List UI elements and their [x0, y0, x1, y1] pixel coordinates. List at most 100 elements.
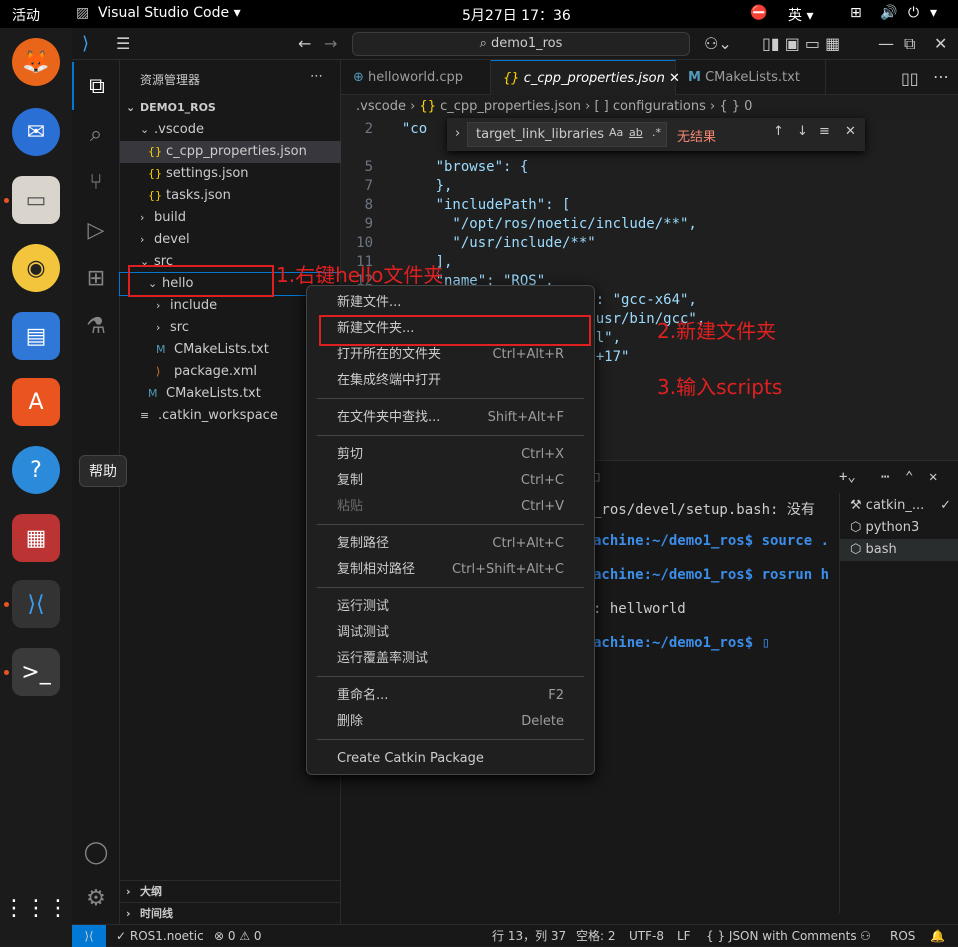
menu-item[interactable]: 运行覆盖率测试 — [311, 646, 590, 672]
chevron-down-icon[interactable]: ▾ — [930, 5, 937, 21]
command-center-label: demo1_ros — [490, 36, 563, 51]
bell-icon[interactable]: 🔔 — [930, 925, 945, 947]
breadcrumb-item[interactable]: [ ] configurations — [594, 99, 705, 114]
next-match-icon[interactable]: ↓ — [797, 124, 808, 139]
help-icon[interactable]: ? — [12, 446, 60, 494]
files-icon[interactable]: ▭ — [12, 176, 60, 224]
cursor-position[interactable]: 行 13，列 37 — [492, 925, 566, 947]
menu-item[interactable]: 运行测试 — [311, 594, 590, 620]
menu-item[interactable]: 复制路径 Ctrl+Alt+C — [311, 531, 590, 557]
menu-item[interactable]: 复制相对路径 Ctrl+Shift+Alt+C — [311, 557, 590, 583]
volume-icon[interactable]: 🔊 — [880, 5, 897, 21]
breadcrumb-item[interactable]: { } 0 — [719, 99, 752, 114]
workspace-root-label: DEMO1_ROS — [140, 101, 216, 114]
tab-c-cpp-properties[interactable]: {} c_cpp_properties.json ✕ — [491, 60, 680, 95]
ime-indicator[interactable]: 英 ▾ — [788, 5, 813, 25]
tab-helloworld[interactable]: ⊕ helloworld.cpp — [341, 60, 491, 95]
split-editor-icon[interactable]: ▯▯ — [901, 69, 919, 88]
menu-item[interactable]: 删除 Delete — [311, 709, 590, 735]
workspace-root[interactable]: ⌄ DEMO1_ROS — [120, 97, 341, 119]
gear-icon[interactable]: ⚙ — [72, 874, 120, 922]
close-icon[interactable]: ✕ — [845, 124, 856, 139]
terminal-item-python3[interactable]: ⬡ python3 — [840, 517, 958, 539]
command-center[interactable]: ⌕ demo1_ros — [352, 32, 690, 56]
prev-match-icon[interactable]: ↑ — [773, 124, 784, 139]
language-mode[interactable]: { } JSON with Comments — [706, 925, 857, 947]
file-icon: {} — [148, 145, 162, 158]
app-menu-button[interactable]: Visual Studio Code ▾ — [98, 5, 241, 21]
branch-status[interactable]: ✓ ROS1.noetic — [116, 925, 204, 947]
find-in-selection-icon[interactable]: ≡ — [819, 124, 830, 139]
ros-status[interactable]: ROS — [890, 925, 915, 947]
network-icon[interactable]: ⊞ — [850, 5, 862, 21]
tree-item[interactable]: › devel — [120, 229, 341, 251]
rhythmbox-icon[interactable]: ◉ — [12, 244, 60, 292]
search-icon[interactable]: ⌕ — [72, 110, 120, 158]
clock[interactable]: 5月27日 17：36 — [462, 5, 571, 25]
eol[interactable]: LF — [677, 925, 691, 947]
firefox-icon[interactable]: 🦊 — [12, 38, 60, 86]
regex-icon[interactable]: .* — [652, 126, 661, 139]
remote-icon[interactable]: ⟩⟨ — [72, 925, 106, 947]
extensions-icon[interactable]: ⊞ — [72, 254, 120, 302]
menu-item[interactable]: 新建文件... — [311, 290, 590, 316]
maximize-panel-icon[interactable]: ⌃ — [905, 469, 913, 485]
copilot-icon[interactable]: ⚇ — [860, 925, 871, 947]
menu-item[interactable]: 复制 Ctrl+C — [311, 468, 590, 494]
menu-item[interactable]: 在文件夹中查找... Shift+Alt+F — [311, 405, 590, 431]
terminal-item-catkin[interactable]: ⚒ catkin_... ✓ — [840, 495, 958, 517]
match-case-icon[interactable]: Aa — [609, 126, 623, 139]
menu-item[interactable]: 剪切 Ctrl+X — [311, 442, 590, 468]
terminal-item-bash[interactable]: ⬡ bash — [840, 539, 958, 561]
more-icon[interactable]: ⋯ — [881, 469, 889, 485]
tree-item[interactable]: {} tasks.json — [120, 185, 341, 207]
activities-button[interactable]: 活动 — [12, 5, 40, 25]
tree-item[interactable]: {} c_cpp_properties.json — [120, 141, 341, 163]
tree-item[interactable]: › build — [120, 207, 341, 229]
forward-icon[interactable]: → — [324, 34, 337, 53]
layout-icon[interactable]: ▯▮ ▣ ▭ ▦ — [762, 34, 840, 53]
whole-word-icon[interactable]: ab — [629, 126, 643, 139]
problems-status[interactable]: ⊗ 0 ⚠ 0 — [214, 925, 262, 947]
copilot-icon[interactable]: ⚇⌄ — [704, 34, 732, 53]
menu-item[interactable]: 调试测试 — [311, 620, 590, 646]
menu-item[interactable]: 在集成终端中打开 — [311, 368, 590, 394]
source-control-icon[interactable]: ⑂ — [72, 158, 120, 206]
restore-icon[interactable]: ⧉ — [904, 34, 915, 54]
tab-cmakelists[interactable]: M CMakeLists.txt — [676, 60, 826, 95]
show-apps-icon[interactable]: ⋮⋮⋮ — [3, 884, 69, 932]
menu-icon[interactable]: ☰ — [116, 34, 130, 53]
encoding[interactable]: UTF-8 — [629, 925, 664, 947]
indentation[interactable]: 空格: 2 — [576, 925, 616, 947]
tree-item-label: src — [170, 320, 189, 335]
chevron-right-icon[interactable]: › — [455, 126, 460, 141]
menu-item[interactable]: 重命名... F2 — [311, 683, 590, 709]
timeline-section[interactable]: › 时间线 — [120, 902, 341, 924]
accounts-icon[interactable]: ◯ — [72, 828, 120, 876]
json-file-icon: {} — [503, 71, 520, 86]
minimize-icon[interactable]: — — [878, 34, 894, 53]
dnd-icon[interactable]: ⛔ — [750, 5, 767, 21]
writer-icon[interactable]: ▤ — [12, 312, 60, 360]
menu-item[interactable]: Create Catkin Package — [311, 746, 590, 772]
close-icon[interactable]: ✕ — [929, 469, 937, 485]
close-icon[interactable]: ✕ — [934, 34, 947, 53]
add-terminal-icon[interactable]: +⌄ — [839, 469, 856, 485]
terminal-icon[interactable]: >_ — [12, 648, 60, 696]
run-debug-icon[interactable]: ▷ — [72, 206, 120, 254]
breadcrumb-item[interactable]: c_cpp_properties.json — [440, 99, 581, 114]
terminator-icon[interactable]: ▦ — [12, 514, 60, 562]
more-icon[interactable]: ⋯ — [933, 67, 949, 86]
software-icon[interactable]: A — [12, 378, 60, 426]
outline-section[interactable]: › 大纲 — [120, 880, 341, 902]
tree-item[interactable]: ⌄ .vscode — [120, 119, 341, 141]
power-icon[interactable]: ⏻ — [908, 5, 919, 21]
vscode-dock-icon[interactable]: ⟩⟨ — [12, 580, 60, 628]
tree-item[interactable]: {} settings.json — [120, 163, 341, 185]
breadcrumb-item[interactable]: .vscode — [356, 99, 406, 114]
testing-icon[interactable]: ⚗ — [72, 302, 120, 350]
thunderbird-icon[interactable]: ✉ — [12, 108, 60, 156]
explorer-icon[interactable]: ⧉ — [72, 62, 120, 110]
back-icon[interactable]: ← — [298, 34, 311, 53]
more-icon[interactable]: ⋯ — [310, 69, 323, 84]
